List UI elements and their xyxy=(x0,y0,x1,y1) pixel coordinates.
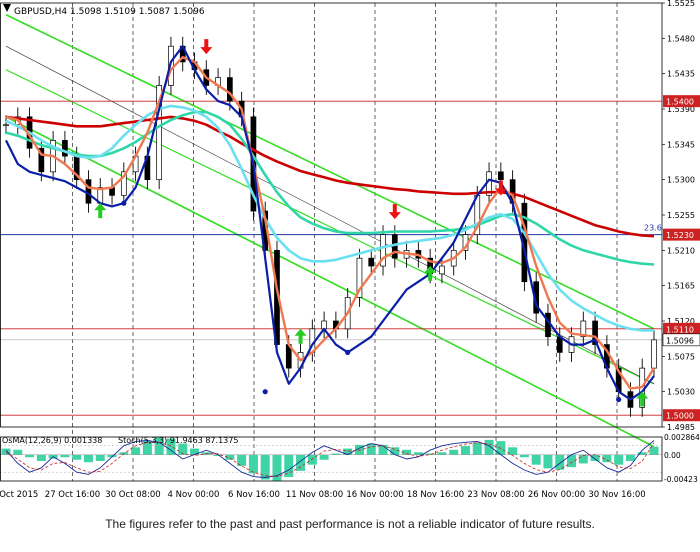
osma-bar xyxy=(319,454,329,460)
osma-bar xyxy=(36,454,46,461)
osma-bar xyxy=(437,452,447,455)
x-tick-label: 30 Nov 16:00 xyxy=(588,490,645,500)
osma-bar xyxy=(72,454,82,460)
y-tick-label: 1.5075 xyxy=(667,352,695,361)
price-chart: 23.6 OsMA(12,26,9) 0.001338 Stoch(5,3,3) … xyxy=(0,0,700,552)
disclaimer-text: The figures refer to the past and past p… xyxy=(105,517,595,531)
level-price-label: 1.5400 xyxy=(666,98,694,107)
y-tick-label: 1.5525 xyxy=(667,0,695,8)
x-tick-label: 23 Oct 2015 xyxy=(0,490,38,500)
osma-bar xyxy=(578,454,588,464)
osma-bar xyxy=(413,452,423,455)
osma-bar xyxy=(614,454,624,465)
osma-axis-label: 0.00 xyxy=(664,451,681,460)
osma-bar xyxy=(178,443,188,455)
x-tick-label: 23 Nov 08:00 xyxy=(467,490,524,500)
y-tick-label: 1.5210 xyxy=(667,246,695,255)
y-tick-label: 1.5435 xyxy=(667,70,695,79)
candle-body xyxy=(62,140,68,157)
candle-body xyxy=(651,339,657,369)
osma-bar xyxy=(472,442,482,455)
osma-bar xyxy=(460,446,470,455)
osma-bar xyxy=(531,454,541,465)
osma-bar xyxy=(296,454,306,471)
candle-body xyxy=(321,320,327,330)
candle-body xyxy=(227,77,233,102)
x-tick-label: 18 Nov 16:00 xyxy=(407,490,464,500)
x-tick-label: 11 Nov 08:00 xyxy=(286,490,343,500)
y-tick-label: 1.5255 xyxy=(667,211,695,220)
osma-bar xyxy=(13,449,23,455)
x-tick-label: 4 Nov 00:00 xyxy=(168,490,220,500)
time-axis: 23 Oct 2015 27 Oct 16:00 30 Oct 08:00 4 Nov… xyxy=(0,490,646,500)
osma-bar xyxy=(248,454,258,474)
osma-bar xyxy=(366,443,376,455)
ma-dot xyxy=(121,200,127,206)
ma-dot xyxy=(616,396,622,403)
level-price-label: 1.5110 xyxy=(666,325,694,334)
fib-level-note: 23.6 xyxy=(644,224,662,233)
y-tick-label: 1.5300 xyxy=(667,176,695,185)
osma-bar xyxy=(449,449,459,455)
candle-body xyxy=(368,257,375,267)
osma-bar xyxy=(83,454,93,463)
y-tick-label: 1.5165 xyxy=(667,282,695,291)
osma-bar xyxy=(25,454,35,458)
x-tick-label: 16 Nov 00:00 xyxy=(346,490,403,500)
level-price-label: 1.5000 xyxy=(666,412,694,421)
x-tick-label: 27 Oct 16:00 xyxy=(45,490,100,500)
candle-body xyxy=(497,171,504,181)
x-tick-label: 30 Oct 08:00 xyxy=(105,490,160,500)
osma-bar xyxy=(131,447,141,455)
osma-bar xyxy=(519,454,529,458)
chart-background xyxy=(0,0,700,552)
level-price-label: 1.5230 xyxy=(666,231,694,240)
x-tick-label: 26 Nov 00:00 xyxy=(528,490,585,500)
candle-body xyxy=(3,124,9,127)
osma-bar xyxy=(95,454,105,461)
x-tick-label: 6 Nov 16:00 xyxy=(228,490,280,500)
osma-bar xyxy=(60,454,70,458)
osma-bar xyxy=(625,454,635,461)
y-tick-label: 1.5030 xyxy=(667,388,695,397)
osma-axis-label: 0.002864 xyxy=(664,433,700,442)
ma-dot xyxy=(262,389,268,395)
current-price-label: 1.5096 xyxy=(666,336,694,345)
osma-bar xyxy=(307,454,317,465)
chart-header: GBPUSD,H4 1.5098 1.5109 1.5087 1.5096 xyxy=(14,7,205,17)
y-tick-label: 1.4985 xyxy=(667,423,695,432)
candle-body xyxy=(85,179,92,204)
ma-dot xyxy=(345,349,351,356)
osma-bar xyxy=(390,447,400,455)
osma-axis-label: -0.00423 xyxy=(664,475,698,484)
osma-bar xyxy=(543,454,553,469)
y-tick-label: 1.5480 xyxy=(667,34,695,43)
y-tick-label: 1.5345 xyxy=(667,140,695,149)
osma-bar xyxy=(484,439,494,455)
candle-body xyxy=(439,265,445,275)
